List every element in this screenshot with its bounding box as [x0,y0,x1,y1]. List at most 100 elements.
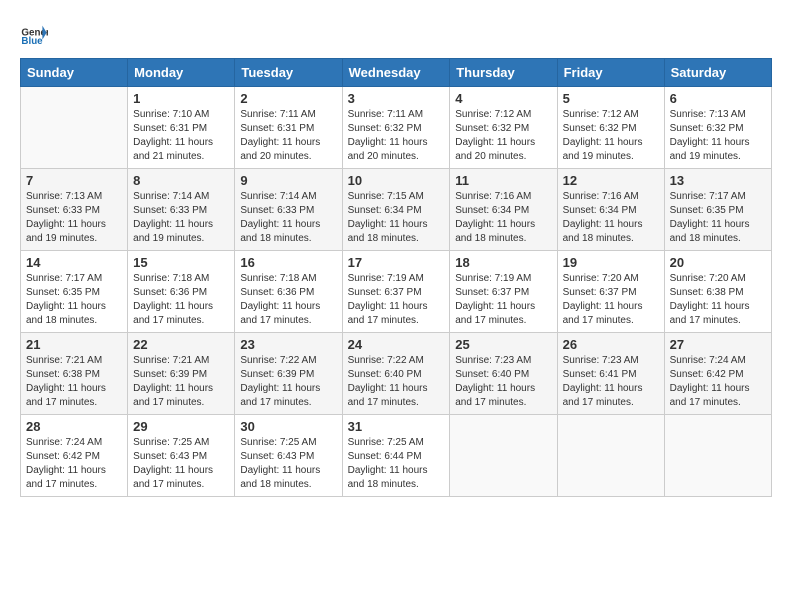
calendar-day-cell: 20 Sunrise: 7:20 AM Sunset: 6:38 PM Dayli… [664,251,771,333]
page-header: General Blue [20,20,772,48]
day-number: 19 [563,255,659,270]
weekday-header-cell: Tuesday [235,59,342,87]
day-number: 17 [348,255,445,270]
weekday-header-cell: Wednesday [342,59,450,87]
weekday-header-cell: Monday [128,59,235,87]
calendar-day-cell: 8 Sunrise: 7:14 AM Sunset: 6:33 PM Daylig… [128,169,235,251]
calendar-day-cell: 22 Sunrise: 7:21 AM Sunset: 6:39 PM Dayli… [128,333,235,415]
calendar-day-cell: 26 Sunrise: 7:23 AM Sunset: 6:41 PM Dayli… [557,333,664,415]
day-info: Sunrise: 7:24 AM Sunset: 6:42 PM Dayligh… [26,436,122,492]
day-number: 2 [240,91,336,106]
calendar-day-cell: 28 Sunrise: 7:24 AM Sunset: 6:42 PM Dayli… [21,415,128,497]
day-info: Sunrise: 7:23 AM Sunset: 6:41 PM Dayligh… [563,354,659,410]
weekday-header-cell: Sunday [21,59,128,87]
calendar-day-cell: 16Sunrise: 7:18 AM Sunset: 6:36 PM Dayli… [235,251,342,333]
calendar-day-cell: 25 Sunrise: 7:23 AM Sunset: 6:40 PM Dayli… [450,333,557,415]
day-info: Sunrise: 7:19 AM Sunset: 6:37 PM Dayligh… [348,272,445,328]
calendar-day-cell [450,415,557,497]
calendar-day-cell: 18Sunrise: 7:19 AM Sunset: 6:37 PM Dayli… [450,251,557,333]
calendar-day-cell: 2 Sunrise: 7:11 AM Sunset: 6:31 PM Daylig… [235,87,342,169]
day-info: Sunrise: 7:25 AM Sunset: 6:44 PM Dayligh… [348,436,445,492]
calendar-day-cell: 29Sunrise: 7:25 AM Sunset: 6:43 PM Dayli… [128,415,235,497]
logo: General Blue [20,20,48,48]
calendar-day-cell: 24 Sunrise: 7:22 AM Sunset: 6:40 PM Dayli… [342,333,450,415]
day-info: Sunrise: 7:11 AM Sunset: 6:31 PM Dayligh… [240,108,336,164]
calendar-week-row: 1Sunrise: 7:10 AM Sunset: 6:31 PM Daylig… [21,87,772,169]
day-number: 31 [348,419,445,434]
day-info: Sunrise: 7:16 AM Sunset: 6:34 PM Dayligh… [563,190,659,246]
day-number: 20 [670,255,766,270]
calendar-day-cell: 4 Sunrise: 7:12 AM Sunset: 6:32 PM Daylig… [450,87,557,169]
calendar-day-cell: 9 Sunrise: 7:14 AM Sunset: 6:33 PM Daylig… [235,169,342,251]
day-number: 22 [133,337,229,352]
weekday-header-cell: Friday [557,59,664,87]
calendar-week-row: 28 Sunrise: 7:24 AM Sunset: 6:42 PM Dayli… [21,415,772,497]
day-info: Sunrise: 7:22 AM Sunset: 6:39 PM Dayligh… [240,354,336,410]
day-info: Sunrise: 7:24 AM Sunset: 6:42 PM Dayligh… [670,354,766,410]
calendar-day-cell: 14Sunrise: 7:17 AM Sunset: 6:35 PM Dayli… [21,251,128,333]
day-info: Sunrise: 7:17 AM Sunset: 6:35 PM Dayligh… [670,190,766,246]
calendar-day-cell: 19 Sunrise: 7:20 AM Sunset: 6:37 PM Dayli… [557,251,664,333]
day-number: 5 [563,91,659,106]
day-number: 13 [670,173,766,188]
calendar-day-cell: 30 Sunrise: 7:25 AM Sunset: 6:43 PM Dayli… [235,415,342,497]
day-number: 8 [133,173,229,188]
calendar-day-cell: 5 Sunrise: 7:12 AM Sunset: 6:32 PM Daylig… [557,87,664,169]
day-info: Sunrise: 7:22 AM Sunset: 6:40 PM Dayligh… [348,354,445,410]
calendar-day-cell: 21 Sunrise: 7:21 AM Sunset: 6:38 PM Dayli… [21,333,128,415]
day-info: Sunrise: 7:25 AM Sunset: 6:43 PM Dayligh… [240,436,336,492]
day-number: 23 [240,337,336,352]
day-info: Sunrise: 7:21 AM Sunset: 6:38 PM Dayligh… [26,354,122,410]
calendar-day-cell [664,415,771,497]
calendar-day-cell: 31 Sunrise: 7:25 AM Sunset: 6:44 PM Dayli… [342,415,450,497]
day-number: 4 [455,91,551,106]
calendar-body: 1Sunrise: 7:10 AM Sunset: 6:31 PM Daylig… [21,87,772,497]
calendar-day-cell: 11 Sunrise: 7:16 AM Sunset: 6:34 PM Dayli… [450,169,557,251]
day-info: Sunrise: 7:16 AM Sunset: 6:34 PM Dayligh… [455,190,551,246]
day-number: 26 [563,337,659,352]
calendar-week-row: 7 Sunrise: 7:13 AM Sunset: 6:33 PM Daylig… [21,169,772,251]
day-info: Sunrise: 7:14 AM Sunset: 6:33 PM Dayligh… [240,190,336,246]
day-number: 30 [240,419,336,434]
day-info: Sunrise: 7:25 AM Sunset: 6:43 PM Dayligh… [133,436,229,492]
day-info: Sunrise: 7:12 AM Sunset: 6:32 PM Dayligh… [455,108,551,164]
day-number: 11 [455,173,551,188]
day-number: 15 [133,255,229,270]
day-number: 16 [240,255,336,270]
weekday-header-cell: Saturday [664,59,771,87]
day-info: Sunrise: 7:13 AM Sunset: 6:32 PM Dayligh… [670,108,766,164]
day-number: 24 [348,337,445,352]
day-number: 10 [348,173,445,188]
day-info: Sunrise: 7:15 AM Sunset: 6:34 PM Dayligh… [348,190,445,246]
day-number: 1 [133,91,229,106]
day-info: Sunrise: 7:12 AM Sunset: 6:32 PM Dayligh… [563,108,659,164]
day-info: Sunrise: 7:21 AM Sunset: 6:39 PM Dayligh… [133,354,229,410]
calendar-day-cell: 10 Sunrise: 7:15 AM Sunset: 6:34 PM Dayli… [342,169,450,251]
calendar-day-cell [21,87,128,169]
day-info: Sunrise: 7:17 AM Sunset: 6:35 PM Dayligh… [26,272,122,328]
svg-text:Blue: Blue [21,36,43,47]
day-info: Sunrise: 7:19 AM Sunset: 6:37 PM Dayligh… [455,272,551,328]
day-info: Sunrise: 7:11 AM Sunset: 6:32 PM Dayligh… [348,108,445,164]
day-info: Sunrise: 7:20 AM Sunset: 6:37 PM Dayligh… [563,272,659,328]
logo-icon: General Blue [20,20,48,48]
weekday-header-cell: Thursday [450,59,557,87]
day-number: 9 [240,173,336,188]
day-number: 25 [455,337,551,352]
calendar-day-cell: 15 Sunrise: 7:18 AM Sunset: 6:36 PM Dayli… [128,251,235,333]
day-number: 27 [670,337,766,352]
calendar-week-row: 21 Sunrise: 7:21 AM Sunset: 6:38 PM Dayli… [21,333,772,415]
day-number: 28 [26,419,122,434]
calendar-week-row: 14Sunrise: 7:17 AM Sunset: 6:35 PM Dayli… [21,251,772,333]
day-info: Sunrise: 7:18 AM Sunset: 6:36 PM Dayligh… [133,272,229,328]
calendar-day-cell: 17 Sunrise: 7:19 AM Sunset: 6:37 PM Dayli… [342,251,450,333]
day-number: 21 [26,337,122,352]
day-number: 12 [563,173,659,188]
day-info: Sunrise: 7:14 AM Sunset: 6:33 PM Dayligh… [133,190,229,246]
calendar-day-cell: 23 Sunrise: 7:22 AM Sunset: 6:39 PM Dayli… [235,333,342,415]
day-info: Sunrise: 7:23 AM Sunset: 6:40 PM Dayligh… [455,354,551,410]
day-info: Sunrise: 7:13 AM Sunset: 6:33 PM Dayligh… [26,190,122,246]
calendar-day-cell: 12 Sunrise: 7:16 AM Sunset: 6:34 PM Dayli… [557,169,664,251]
day-info: Sunrise: 7:20 AM Sunset: 6:38 PM Dayligh… [670,272,766,328]
day-number: 7 [26,173,122,188]
